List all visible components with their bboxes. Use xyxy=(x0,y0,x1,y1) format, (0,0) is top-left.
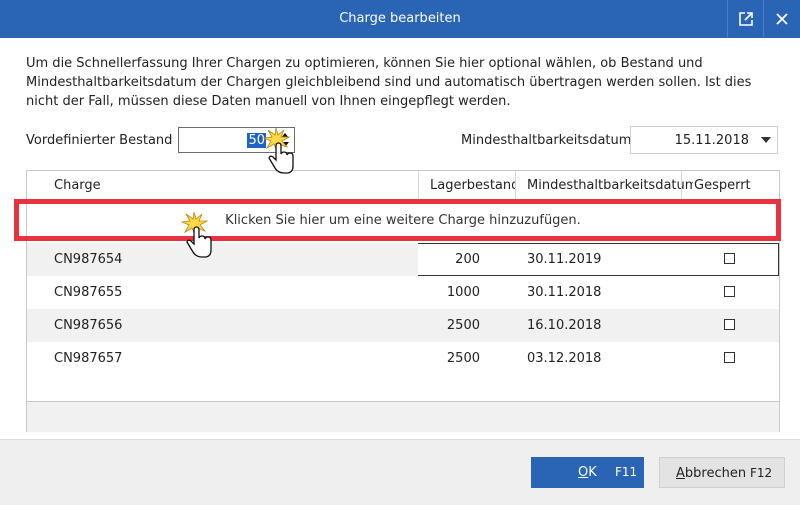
cell-mhd: 30.11.2018 xyxy=(527,285,602,300)
cell-charge: CN987654 xyxy=(54,252,123,267)
cell-charge: CN987655 xyxy=(54,285,123,300)
cancel-button[interactable]: Abbrechen F12 xyxy=(659,457,785,488)
table-footer xyxy=(27,401,779,432)
bestand-label: Vordefinierter Bestand xyxy=(26,133,173,148)
cell-bestand: 200 xyxy=(455,252,480,267)
gesperrt-checkbox[interactable] xyxy=(724,352,735,363)
popout-button[interactable] xyxy=(727,0,764,38)
cell-charge: CN987657 xyxy=(54,351,123,366)
cell-bestand: 1000 xyxy=(446,285,480,300)
ok-shortcut: F11 xyxy=(615,465,638,479)
cursor-overlay-addrow xyxy=(180,211,212,258)
gesperrt-checkbox[interactable] xyxy=(724,253,735,264)
description-text: Um die Schnellerfassung Ihrer Chargen zu… xyxy=(26,56,752,109)
cell-bestand: 2500 xyxy=(446,351,480,366)
cursor-overlay-spinner xyxy=(262,127,294,174)
col-gesperrt[interactable]: Gesperrt xyxy=(694,171,764,201)
col-lagerbestand[interactable]: Lagerbestand xyxy=(430,171,516,201)
gesperrt-checkbox[interactable] xyxy=(724,319,735,330)
close-button[interactable] xyxy=(763,0,800,38)
hand-cursor-icon xyxy=(186,226,212,258)
col-mhd[interactable]: Mindesthaltbarkeitsdatum xyxy=(527,171,693,201)
ok-label: K xyxy=(588,465,597,480)
external-link-icon xyxy=(739,12,753,26)
table-row[interactable]: CN987656 2500 16.10.2018 xyxy=(27,309,779,342)
ok-button[interactable]: OK F11 xyxy=(531,457,644,488)
table-header: Charge Lagerbestand Mindesthaltbarkeitsd… xyxy=(27,171,779,202)
mhd-value: 15.11.2018 xyxy=(674,133,749,148)
hand-cursor-icon xyxy=(268,142,294,174)
cancel-label: bbrechen xyxy=(684,466,747,481)
mhd-label: Mindesthaltbarkeitsdatum xyxy=(461,133,632,148)
close-icon xyxy=(776,13,788,25)
cell-mhd: 30.11.2019 xyxy=(527,252,602,267)
cell-mhd: 03.12.2018 xyxy=(527,351,602,366)
ok-mnemonic: O xyxy=(578,465,589,480)
title-bar: Charge bearbeiten xyxy=(0,0,800,38)
table-row[interactable]: CN987657 2500 03.12.2018 xyxy=(27,342,779,375)
cell-charge: CN987656 xyxy=(54,318,123,333)
table-row[interactable]: CN987654 200 30.11.2019 xyxy=(27,243,779,276)
gesperrt-checkbox[interactable] xyxy=(724,286,735,297)
col-charge[interactable]: Charge xyxy=(54,171,414,201)
highlight-frame xyxy=(14,199,781,241)
table-row[interactable]: CN987655 1000 30.11.2018 xyxy=(27,276,779,309)
cancel-mnemonic: A xyxy=(676,466,685,481)
cancel-shortcut: F12 xyxy=(750,466,773,480)
dropdown-caret-icon[interactable] xyxy=(761,137,771,143)
cell-mhd: 16.10.2018 xyxy=(527,318,602,333)
cell-bestand: 2500 xyxy=(446,318,480,333)
mhd-datepicker[interactable]: 15.11.2018 xyxy=(630,126,778,154)
dialog-title: Charge bearbeiten xyxy=(339,11,461,26)
